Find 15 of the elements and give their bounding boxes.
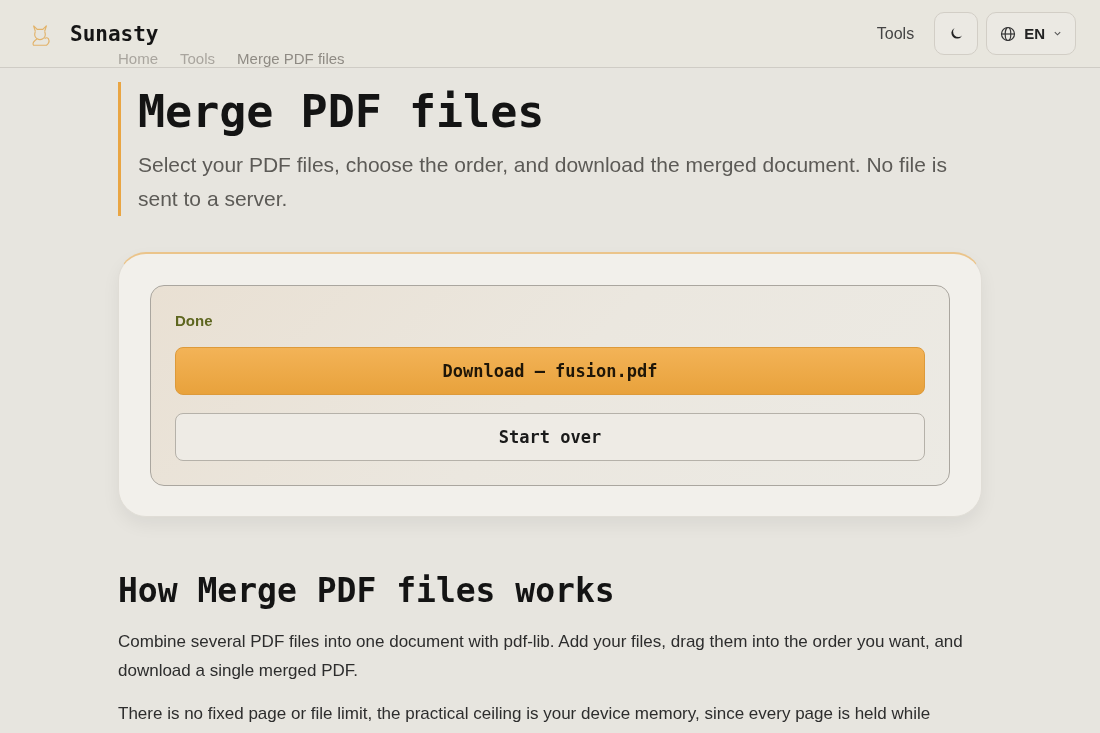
language-button[interactable]: EN [986,12,1076,55]
theme-toggle-button[interactable] [934,12,979,55]
globe-icon [1000,25,1017,42]
tools-link[interactable]: Tools [876,24,915,43]
brand-name[interactable]: Sunasty [70,21,159,46]
start-over-button[interactable]: Start over [175,413,925,461]
page-subtitle: Select your PDF files, choose the order, and download the merged document. No file is sent to a server. [138,152,948,212]
body-paragraph: Combine several PDF files into one document with pdf-lib. Add your files, drag them into the order you want, and download a single merged PDF. [118,631,964,682]
download-button[interactable]: Download — fusion.pdf [175,347,925,395]
body-paragraph: There is no fixed page or file limit, the practical ceiling is your device memory, since every page is held while [118,703,932,725]
status-label: Done [175,312,214,329]
breadcrumb-item: Merge PDF files [237,50,345,69]
section-heading: How Merge PDF files works [118,570,616,612]
chevron-down-icon [1053,29,1062,38]
page-title: Merge PDF files [138,84,546,140]
